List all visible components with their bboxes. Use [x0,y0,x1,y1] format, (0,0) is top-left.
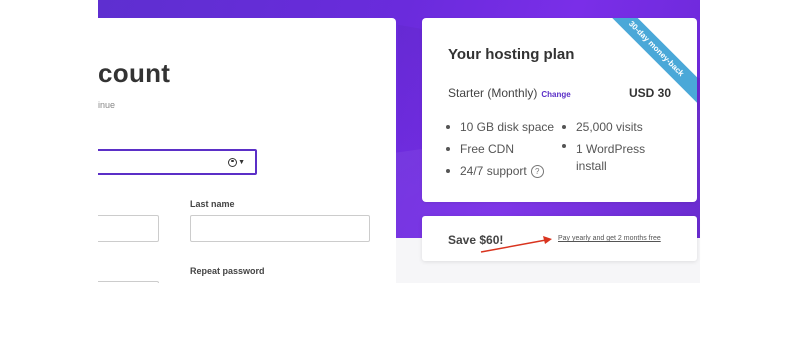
account-select-icons: ▼ [228,157,245,168]
save-card: Save $60! Pay yearly and get 2 months fr… [422,216,697,261]
change-plan-link[interactable]: Change [541,90,570,99]
account-select[interactable]: ▼ [98,149,257,175]
help-icon[interactable]: ? [530,165,544,179]
first-name-input[interactable] [98,216,162,243]
repeat-password-label: Repeat password [190,266,265,276]
create-account-card: count inue ▼ Last name Repeat password [98,18,396,283]
user-circle-icon [228,157,238,167]
plan-title: Your hosting plan [448,46,575,63]
password-input[interactable] [98,282,162,283]
save-amount: Save $60! [448,233,504,247]
hosting-plan-card: Your hosting plan 30-day money-back Star… [422,18,697,202]
pay-yearly-link[interactable]: Pay yearly and get 2 months free [558,235,661,242]
last-name-field[interactable] [190,215,373,243]
first-name-field[interactable] [98,215,162,243]
feature-item-label: 24/7 support [460,164,527,178]
feature-item: 25,000 visits [562,116,677,138]
feature-item: Free CDN [446,138,561,160]
form-title: count [98,58,171,88]
features-left: 10 GB disk space Free CDN 24/7 support? [446,116,561,182]
last-name-label: Last name [190,199,235,209]
plan-price: USD 30 [628,86,671,100]
feature-item: 1 WordPress install [562,138,677,175]
password-field[interactable] [98,281,162,283]
feature-item: 24/7 support? [446,160,561,182]
last-name-input[interactable] [191,216,373,243]
plan-name: Starter (Monthly) [448,86,538,100]
form-subtitle: inue [98,100,116,110]
plan-name-row: Starter (Monthly) Change [448,86,571,100]
chevron-down-icon: ▼ [238,158,245,166]
feature-item: 10 GB disk space [446,116,561,138]
features-right: 25,000 visits 1 WordPress install [562,116,677,175]
